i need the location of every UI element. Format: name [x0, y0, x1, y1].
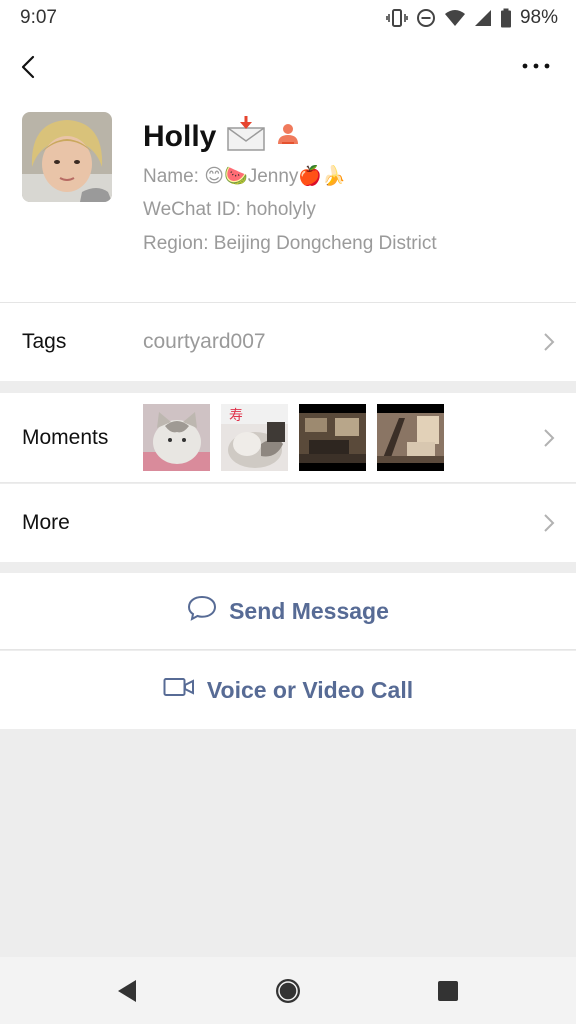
nickname-line: Name: 😊🍉Jenny🍎🍌: [143, 166, 346, 187]
tags-value: courtyard007: [143, 330, 266, 353]
send-message-button[interactable]: Send Message: [0, 573, 576, 650]
moments-thumbnails: 寿: [143, 404, 444, 471]
chevron-right-icon: [542, 332, 556, 352]
vibrate-icon: [386, 8, 408, 28]
tags-label: Tags: [22, 330, 67, 353]
svg-text:寿: 寿: [229, 407, 243, 424]
moment-photo-room-1: [299, 404, 366, 471]
region-line: Region: Beijing Dongcheng District: [143, 233, 437, 254]
moment-photo-room-2: [377, 404, 444, 471]
mail-download-icon: [226, 116, 266, 157]
person-badge-icon: [276, 122, 300, 151]
wechat-id-line: WeChat ID: hoholyly: [143, 199, 316, 220]
moments-row[interactable]: Moments 寿: [0, 393, 576, 483]
voice-video-call-button[interactable]: Voice or Video Call: [0, 651, 576, 729]
send-message-label: Send Message: [229, 597, 389, 624]
status-time: 9:07: [20, 7, 57, 28]
wifi-icon: [444, 9, 466, 27]
more-dots-icon[interactable]: [520, 56, 552, 76]
tags-row[interactable]: Tags courtyard007: [0, 303, 576, 381]
moments-label: Moments: [22, 425, 109, 449]
chevron-right-icon: [542, 428, 556, 448]
nav-back-icon[interactable]: [116, 979, 138, 1008]
signal-icon: [474, 9, 492, 27]
profile-header: Holly Name: 😊🍉Jenny🍎🍌 WeChat ID: hoholyl…: [0, 100, 576, 303]
voice-video-call-label: Voice or Video Call: [206, 676, 414, 703]
system-nav-bar: [0, 957, 576, 1024]
status-bar: 9:07 98%: [0, 0, 576, 36]
avatar[interactable]: [22, 112, 112, 202]
dnd-icon: [416, 8, 436, 28]
chevron-right-icon: [542, 513, 556, 533]
more-label: More: [22, 511, 70, 534]
chat-bubble-icon: [187, 594, 217, 628]
more-row[interactable]: More: [0, 484, 576, 562]
moment-photo-cat-2: 寿: [221, 404, 288, 471]
status-icons: 98%: [386, 7, 558, 29]
nav-home-icon[interactable]: [274, 977, 302, 1010]
moment-photo-cat-1: [143, 404, 210, 471]
battery-icon: [500, 8, 512, 28]
nav-recents-icon[interactable]: [437, 980, 459, 1007]
name-row: Holly: [143, 116, 300, 157]
top-bar: [0, 36, 576, 100]
contact-name: Holly: [143, 119, 217, 153]
back-arrow-icon[interactable]: [14, 52, 44, 82]
video-camera-icon: [163, 676, 195, 704]
battery-percent: 98%: [519, 7, 558, 28]
